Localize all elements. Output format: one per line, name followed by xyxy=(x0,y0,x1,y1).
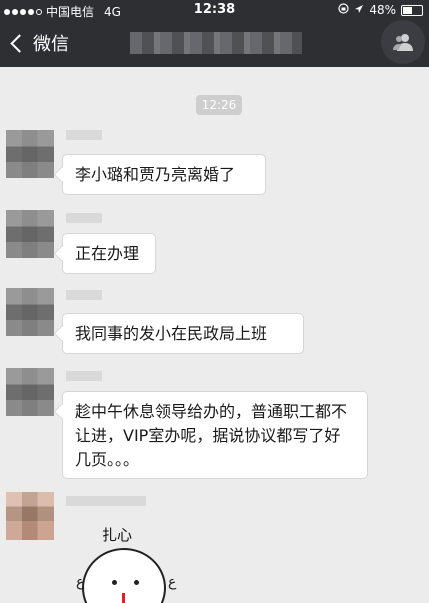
sender-name-blurred xyxy=(66,213,102,223)
sticker-face-image xyxy=(82,548,166,603)
back-label: 微信 xyxy=(33,34,69,55)
message-bubble[interactable]: 正在办理 xyxy=(62,233,156,274)
sender-name-blurred xyxy=(66,290,102,300)
sender-name-blurred xyxy=(66,130,102,140)
avatar[interactable] xyxy=(6,492,54,540)
nav-bar: 微信 xyxy=(0,20,429,67)
message-bubble[interactable]: 趁中午休息领导给办的，普通职工都不让进，VIP室办呢，据说协议都写了好几页。。。 xyxy=(62,391,368,479)
chat-info-button[interactable] xyxy=(381,20,425,64)
message-bubble[interactable]: 李小璐和贾乃亮离婚了 xyxy=(62,154,266,195)
message-bubble[interactable]: 我同事的发小在民政局上班 xyxy=(62,313,304,354)
status-bar: 中国电信 4G 12:38 48% xyxy=(0,0,429,20)
chat-title-blurred xyxy=(130,32,302,54)
sticker-blood-drop xyxy=(122,593,125,603)
message-text: 趁中午休息领导给办的，普通职工都不让进，VIP室办呢，据说协议都写了好几页。。。 xyxy=(75,402,348,469)
sender-name-blurred xyxy=(66,496,146,506)
orientation-lock-icon xyxy=(338,3,349,17)
time-divider: 12:26 xyxy=(196,95,242,115)
avatar[interactable] xyxy=(6,210,54,258)
battery-fill xyxy=(403,6,412,14)
chevron-left-icon xyxy=(10,33,29,53)
avatar[interactable] xyxy=(6,130,54,178)
sticker-eye xyxy=(134,580,139,585)
sticker-right-ear-icon: ع xyxy=(168,574,177,590)
message-text: 我同事的发小在民政局上班 xyxy=(75,324,268,343)
status-right: 48% xyxy=(338,3,423,17)
sticker-left-ear-icon: ع xyxy=(76,574,85,590)
back-button[interactable]: 微信 xyxy=(7,30,69,56)
battery-icon xyxy=(401,4,423,16)
sticker-message[interactable]: 扎心 ع ع xyxy=(72,520,192,603)
avatar[interactable] xyxy=(6,368,54,416)
sticker-eye xyxy=(112,580,117,585)
battery-percent: 48% xyxy=(369,3,396,17)
message-text: 正在办理 xyxy=(75,244,140,263)
sender-name-blurred xyxy=(66,371,102,381)
group-members-icon xyxy=(393,34,413,51)
avatar[interactable] xyxy=(6,288,54,336)
message-text: 李小璐和贾乃亮离婚了 xyxy=(75,165,236,184)
location-icon xyxy=(354,3,364,17)
sticker-caption: 扎心 xyxy=(102,526,133,544)
